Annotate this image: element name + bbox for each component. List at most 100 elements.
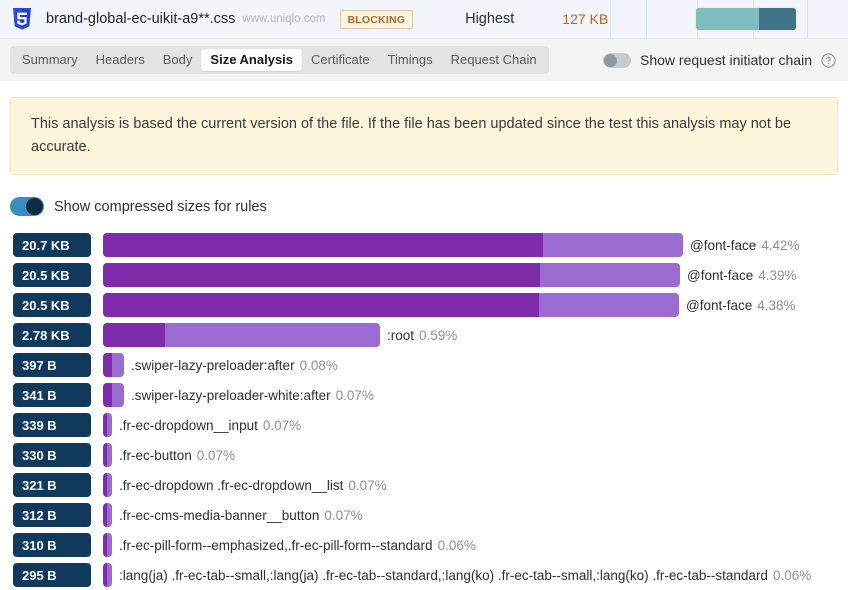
rule-bar-uncompressed-segment [107,473,112,497]
rule-percent: 0.07% [196,447,236,463]
rule-row[interactable]: 20.5 KB @font-face 4.38% [10,290,838,320]
tab-timings[interactable]: Timings [379,49,442,71]
rule-selector-text: .fr-ec-cms-media-banner__button 0.07% [119,508,363,523]
rule-selector: .fr-ec-dropdown__input [119,417,258,433]
rule-row[interactable]: 321 B .fr-ec-dropdown .fr-ec-dropdown__li… [10,470,838,500]
compressed-sizes-toggle[interactable] [10,197,44,216]
rule-row[interactable]: 397 B .swiper-lazy-preloader:after 0.08% [10,350,838,380]
rule-percent: 0.06% [772,567,812,583]
rule-row[interactable]: 339 B .fr-ec-dropdown__input 0.07% [10,410,838,440]
tab-summary[interactable]: Summary [13,49,87,71]
rule-percent: 0.07% [335,387,374,403]
rule-bar-compressed-segment [103,353,112,377]
rule-size-bar [103,533,112,557]
rule-size-badge: 310 B [13,533,91,557]
rule-selector-text: .swiper-lazy-preloader-white:after 0.07% [131,388,374,403]
rule-percent: 4.42% [761,237,800,253]
tab-headers[interactable]: Headers [87,49,154,71]
rule-row[interactable]: 341 B .swiper-lazy-preloader-white:after 0… [10,380,838,410]
request-size: 127 KB [562,11,609,27]
rule-percent: 0.08% [299,357,338,373]
rule-bar-uncompressed-segment [107,533,112,557]
rule-bar-compressed-segment [103,233,543,257]
rule-row[interactable]: 20.5 KB @font-face 4.39% [10,260,838,290]
rule-size-badge: 339 B [13,413,91,437]
rule-selector: .fr-ec-cms-media-banner__button [119,507,320,523]
compressed-sizes-control[interactable]: Show compressed sizes for rules [10,197,838,216]
rule-percent: 4.39% [758,267,797,283]
rule-selector-text: .fr-ec-pill-form--emphasized,.fr-ec-pill… [119,538,476,553]
compressed-sizes-label: Show compressed sizes for rules [54,198,267,215]
rule-size-badge: 295 B [13,563,91,587]
size-analysis-panel: This analysis is based the current versi… [0,97,848,590]
rule-row[interactable]: 2.78 KB :root 0.59% [10,320,838,350]
rule-bar-uncompressed-segment [540,263,680,287]
tab-body[interactable]: Body [154,49,202,71]
rule-percent: 0.07% [262,417,302,433]
rule-size-bar [103,443,112,467]
rule-bar-uncompressed-segment [107,563,112,587]
toggle-knob [26,198,43,215]
rule-row[interactable]: 295 B :lang(ja) .fr-ec-tab--small,:lang(j… [10,560,838,590]
rule-selector: @font-face [687,267,754,283]
rule-selector: @font-face [690,237,757,253]
rule-selector-text: @font-face 4.42% [690,238,800,253]
initiator-chain-control[interactable]: Show request initiator chain [603,52,836,68]
rule-selector-text: .swiper-lazy-preloader:after 0.08% [131,358,338,373]
waterfall-segment-download [759,8,796,30]
rule-size-bar [103,353,124,377]
rule-percent: 0.07% [348,477,387,493]
tab-certificate[interactable]: Certificate [302,49,379,71]
rule-row[interactable]: 312 B .fr-ec-cms-media-banner__button 0.07… [10,500,838,530]
rule-size-badge: 2.78 KB [13,323,91,347]
toggle-knob [604,53,617,67]
rule-selector-text: @font-face 4.38% [686,298,796,313]
rule-selector-text: .fr-ec-button 0.07% [119,448,235,463]
request-file-name[interactable]: brand-global-ec-uikit-a9**.css [46,11,235,27]
rule-size-bar [103,323,380,347]
question-circle-icon[interactable] [821,52,836,68]
rule-selector: :lang(ja) .fr-ec-tab--small,:lang(ja) .f… [119,567,768,583]
tab-size-analysis[interactable]: Size Analysis [201,49,303,71]
rule-size-bar [103,263,680,287]
rule-selector-text: :root 0.59% [387,328,457,343]
rule-bar-uncompressed-segment [107,503,112,527]
rule-percent: 4.38% [757,297,796,313]
rule-size-bar [103,563,112,587]
rule-bar-uncompressed-segment [543,233,683,257]
rule-selector-text: .fr-ec-dropdown__input 0.07% [119,418,301,433]
waterfall-gridline [646,0,647,38]
initiator-chain-label: Show request initiator chain [640,52,812,68]
rule-size-badge: 397 B [13,353,91,377]
rule-selector-text: .fr-ec-dropdown .fr-ec-dropdown__list 0.0… [119,478,387,493]
css3-file-icon [13,8,31,30]
waterfall-gridline [610,0,611,38]
tab-group: Summary Headers Body Size Analysis Certifica… [10,46,549,74]
rule-selector: .fr-ec-pill-form--emphasized,.fr-ec-pill… [119,537,433,553]
waterfall-segment-connect [696,8,759,30]
rule-percent: 0.59% [419,327,458,343]
rule-size-badge: 20.5 KB [13,263,91,287]
rule-row[interactable]: 310 B .fr-ec-pill-form--emphasized,.fr-ec… [10,530,838,560]
rule-bar-uncompressed-segment [165,323,380,347]
rule-size-bar [103,473,112,497]
rules-list: 20.7 KB @font-face 4.42% 20.5 KB @font-face 4… [10,230,838,590]
request-header-row[interactable]: brand-global-ec-uikit-a9**.css www.uniql… [0,0,848,38]
rule-bar-uncompressed-segment [107,443,112,467]
rule-size-badge: 20.5 KB [13,293,91,317]
initiator-chain-toggle[interactable] [603,52,631,68]
waterfall-request-bar[interactable] [696,8,796,30]
rule-bar-uncompressed-segment [112,353,124,377]
stale-analysis-notice: This analysis is based the current versi… [10,97,838,175]
rule-row[interactable]: 20.7 KB @font-face 4.42% [10,230,838,260]
rule-size-bar [103,233,683,257]
blocking-badge: BLOCKING [339,9,414,29]
rule-row[interactable]: 330 B .fr-ec-button 0.07% [10,440,838,470]
request-host: www.uniqlo.com [242,13,326,25]
rule-selector-text: @font-face 4.39% [687,268,797,283]
rule-bar-uncompressed-segment [112,383,124,407]
rule-size-badge: 312 B [13,503,91,527]
rule-size-badge: 330 B [13,443,91,467]
rule-selector: .fr-ec-dropdown .fr-ec-dropdown__list [119,477,344,493]
tab-request-chain[interactable]: Request Chain [442,49,546,71]
